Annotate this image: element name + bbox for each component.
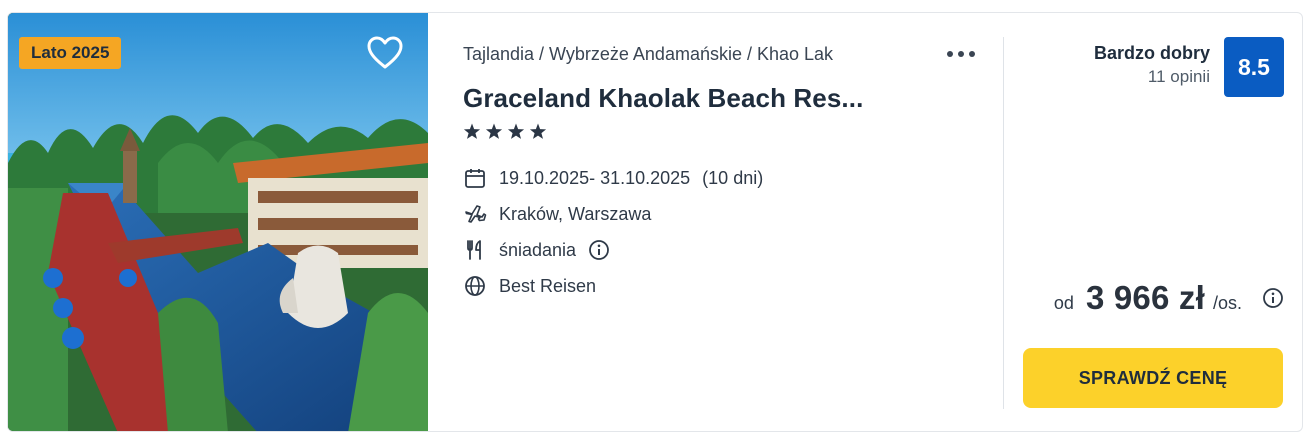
departure-row: Kraków, Warszawa: [463, 201, 651, 227]
heart-icon[interactable]: [366, 35, 404, 71]
info-icon[interactable]: [588, 239, 610, 261]
star-icon: [507, 123, 525, 139]
more-dots-icon[interactable]: [943, 43, 979, 65]
hotel-photo[interactable]: Lato 2025: [8, 13, 428, 431]
travel-duration: (10 dni): [702, 167, 764, 188]
operator-row: Best Reisen: [463, 273, 596, 299]
hotel-title[interactable]: Graceland Khaolak Beach Res...: [463, 83, 863, 114]
check-price-button[interactable]: SPRAWDŹ CENĘ: [1023, 348, 1283, 408]
price-row: od 3 966 zł /os.: [1054, 279, 1284, 317]
star-rating: [463, 121, 553, 143]
review-count: 11 opinii: [1147, 67, 1210, 86]
price-from-label: od: [1053, 293, 1074, 313]
departure-cities: Kraków, Warszawa: [499, 203, 652, 224]
hotel-photo-image: [8, 13, 428, 431]
offer-card[interactable]: Lato 2025 Tajlandia / Wybrzeże Andamańsk…: [7, 12, 1303, 432]
dates-row: 19.10.2025- 31.10.2025 (10 dni): [463, 165, 763, 191]
column-divider: [1003, 37, 1004, 409]
globe-icon: [463, 274, 487, 298]
rating-label: Bardzo dobry: [1093, 43, 1210, 63]
breadcrumb[interactable]: Tajlandia / Wybrzeże Andamańskie / Khao …: [463, 44, 833, 65]
price-per-person: /os.: [1212, 293, 1242, 313]
star-icon: [529, 123, 547, 139]
travel-dates: 19.10.2025- 31.10.2025: [499, 167, 691, 188]
info-icon[interactable]: [1262, 287, 1284, 309]
rating-summary[interactable]: Bardzo dobry 11 opinii: [1094, 41, 1210, 89]
plane-icon: [463, 202, 487, 226]
season-badge: Lato 2025: [19, 37, 122, 69]
star-icon: [463, 123, 481, 139]
rating-score-badge[interactable]: 8.5: [1224, 37, 1284, 97]
board-row: śniadania: [463, 237, 610, 263]
star-icon: [485, 123, 503, 139]
price-amount: 3 966 zł: [1085, 279, 1205, 316]
calendar-icon: [463, 166, 487, 190]
tour-operator: Best Reisen: [499, 275, 597, 296]
cutlery-icon: [463, 238, 487, 262]
board-type: śniadania: [499, 239, 577, 260]
